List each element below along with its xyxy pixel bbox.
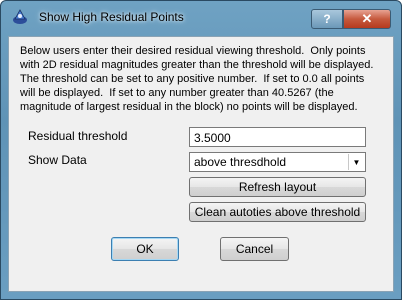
ok-label: OK xyxy=(136,242,154,256)
window-title: Show High Residual Points xyxy=(39,10,184,24)
show-data-label: Show Data xyxy=(28,153,87,167)
clean-autoties-label: Clean autoties above threshold xyxy=(194,205,361,219)
title-bar[interactable]: Show High Residual Points ? ✕ xyxy=(1,1,401,33)
close-icon: ✕ xyxy=(361,11,373,26)
show-data-value: above thresdhold xyxy=(194,155,287,169)
app-icon xyxy=(11,8,29,26)
refresh-layout-label: Refresh layout xyxy=(238,180,317,194)
show-data-select[interactable]: above thresdhold ▼ xyxy=(189,152,366,172)
clean-autoties-button[interactable]: Clean autoties above threshold xyxy=(189,202,366,222)
cancel-label: Cancel xyxy=(235,242,274,256)
chevron-down-icon[interactable]: ▼ xyxy=(348,154,364,170)
help-button[interactable]: ? xyxy=(311,9,343,29)
help-icon: ? xyxy=(323,12,331,26)
residual-threshold-label: Residual threshold xyxy=(28,129,128,143)
close-button[interactable]: ✕ xyxy=(343,9,391,29)
refresh-layout-button[interactable]: Refresh layout xyxy=(189,177,366,197)
residual-threshold-value: 3.5000 xyxy=(194,131,231,145)
description-text: Below users enter their desired residual… xyxy=(20,45,374,113)
ok-button[interactable]: OK xyxy=(111,237,179,261)
residual-threshold-input[interactable]: 3.5000 xyxy=(189,127,366,147)
cancel-button[interactable]: Cancel xyxy=(220,237,289,261)
